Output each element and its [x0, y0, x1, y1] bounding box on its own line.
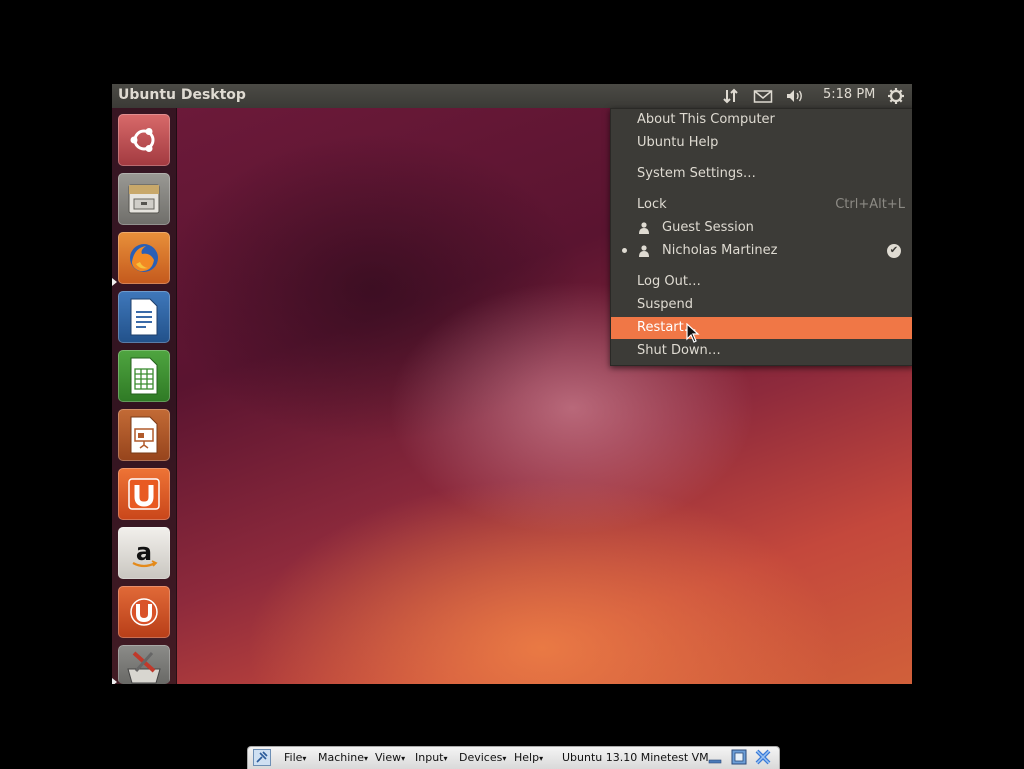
launcher-dash-home[interactable] — [118, 114, 170, 166]
settings-tools-icon — [127, 651, 161, 684]
host-menu-view[interactable]: View▾ — [375, 751, 405, 764]
amazon-a-icon: a — [132, 538, 158, 568]
host-menu-help[interactable]: Help▾ — [514, 751, 543, 764]
launcher-firefox[interactable] — [118, 232, 170, 284]
impress-presentation-icon — [130, 416, 158, 454]
session-gear-icon[interactable] — [886, 87, 906, 105]
software-center-u-icon — [128, 478, 160, 510]
svg-text:a: a — [136, 538, 152, 566]
menu-item-lock[interactable]: Lock Ctrl+Alt+L — [611, 194, 912, 216]
host-menu-devices[interactable]: Devices▾ — [459, 751, 506, 764]
host-mini-toolbar: File▾ Machine▾ View▾ Input▾ Devices▾ Hel… — [247, 746, 780, 769]
menu-item-guest-session[interactable]: Guest Session — [611, 217, 912, 239]
menu-item-about-this-computer[interactable]: About This Computer — [611, 109, 912, 131]
host-menu-machine[interactable]: Machine▾ — [318, 751, 368, 764]
person-icon — [639, 222, 649, 234]
lock-shortcut: Ctrl+Alt+L — [835, 197, 905, 212]
person-icon — [639, 245, 649, 257]
launcher-system-settings[interactable] — [118, 645, 170, 684]
ubuntu-logo-icon — [130, 128, 155, 152]
menu-item-log-out[interactable]: Log Out… — [611, 271, 912, 293]
launcher-libreoffice-calc[interactable] — [118, 350, 170, 402]
ubuntu-one-icon — [130, 598, 158, 626]
network-arrows-icon[interactable] — [721, 87, 741, 105]
pin-icon[interactable] — [253, 749, 271, 766]
menu-item-system-settings[interactable]: System Settings… — [611, 163, 912, 185]
panel-clock[interactable]: 5:18 PM — [823, 87, 875, 102]
launcher-amazon[interactable]: a — [118, 527, 170, 579]
mouse-cursor-icon — [686, 323, 700, 343]
top-panel: Ubuntu Desktop 5:18 PM — [112, 84, 912, 108]
menu-item-current-user[interactable]: Nicholas Martinez ✔ — [611, 240, 912, 262]
host-menu-input[interactable]: Input▾ — [415, 751, 448, 764]
host-menu-file[interactable]: File▾ — [284, 751, 306, 764]
launcher-libreoffice-writer[interactable] — [118, 291, 170, 343]
unity-launcher: a — [112, 108, 177, 684]
menu-item-suspend[interactable]: Suspend — [611, 294, 912, 316]
active-session-dot-icon — [622, 248, 627, 253]
launcher-libreoffice-impress[interactable] — [118, 409, 170, 461]
vm-screen[interactable]: Ubuntu Desktop 5:18 PM a About This Comp… — [112, 84, 912, 684]
launcher-files[interactable] — [118, 173, 170, 225]
close-icon[interactable] — [755, 749, 771, 765]
menu-item-shut-down[interactable]: Shut Down… — [611, 340, 912, 362]
launcher-ubuntu-software-center[interactable] — [118, 468, 170, 520]
running-indicator — [112, 678, 117, 684]
menu-item-restart[interactable]: Restart… — [611, 317, 912, 339]
volume-icon[interactable] — [785, 87, 805, 105]
file-cabinet-icon — [128, 184, 160, 214]
minimize-icon[interactable] — [708, 751, 722, 765]
firefox-icon — [130, 244, 158, 272]
exit-fullscreen-icon[interactable] — [731, 749, 747, 765]
session-menu: About This Computer Ubuntu Help System S… — [610, 108, 912, 366]
menu-item-ubuntu-help[interactable]: Ubuntu Help — [611, 132, 912, 154]
checkmark-icon: ✔ — [887, 244, 901, 258]
writer-document-icon — [130, 298, 158, 336]
host-vm-name: Ubuntu 13.10 Minetest VM — [562, 751, 709, 764]
launcher-ubuntu-one[interactable] — [118, 586, 170, 638]
running-indicator — [112, 278, 117, 286]
mail-icon[interactable] — [753, 87, 773, 105]
calc-spreadsheet-icon — [130, 357, 158, 395]
panel-window-title: Ubuntu Desktop — [118, 87, 246, 103]
